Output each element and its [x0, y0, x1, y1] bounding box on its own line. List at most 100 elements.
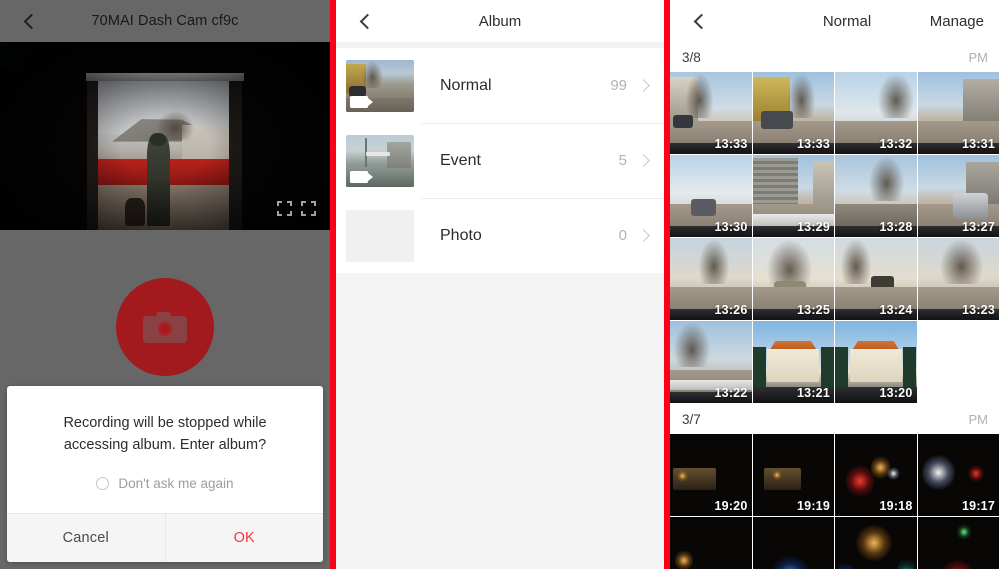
- album-count: 5: [618, 152, 627, 169]
- album-thumbnail: [346, 134, 414, 187]
- video-thumbnail[interactable]: 13:24: [835, 238, 918, 321]
- video-thumbnail[interactable]: [670, 517, 753, 569]
- album-list-empty-space: [336, 273, 664, 569]
- cancel-button[interactable]: Cancel: [7, 514, 166, 562]
- live-view-header: 70MAI Dash Cam cf9c: [0, 0, 330, 42]
- screenshot-root: 70MAI Dash Cam cf9c Recording will be st…: [0, 0, 1000, 569]
- video-thumbnail[interactable]: 13:20: [835, 321, 918, 404]
- back-button[interactable]: [14, 0, 48, 42]
- chevron-right-icon: [637, 154, 650, 167]
- album-name: Normal: [440, 76, 492, 94]
- chevron-right-icon: [637, 229, 650, 242]
- date-label: 3/8: [682, 49, 701, 65]
- video-thumbnail[interactable]: 19:18: [835, 434, 918, 517]
- video-thumbnail[interactable]: 13:30: [670, 155, 753, 238]
- period-label: PM: [968, 49, 989, 65]
- panel-album-list: Album Normal 99 Event 5 Photo 0: [336, 0, 664, 569]
- manage-button[interactable]: Manage: [930, 0, 984, 42]
- video-thumbnail[interactable]: 19:19: [752, 434, 835, 517]
- video-thumbnail[interactable]: 13:22: [670, 321, 753, 404]
- video-grid-group-1: 13:33 13:33 13:32 13:31 13:30 13:29 13:2…: [670, 72, 1000, 404]
- grid-empty-cell: [917, 321, 1000, 404]
- date-label: 3/7: [682, 411, 701, 427]
- back-button[interactable]: [350, 0, 384, 42]
- video-thumbnail[interactable]: 13:29: [752, 155, 835, 238]
- dont-ask-again-label: Don't ask me again: [118, 476, 234, 491]
- page-title: 70MAI Dash Cam cf9c: [91, 13, 239, 29]
- timestamp: 19:20: [714, 499, 748, 513]
- video-thumbnail[interactable]: 13:23: [917, 238, 1000, 321]
- radio-icon[interactable]: [96, 477, 110, 490]
- timestamp: 13:23: [962, 303, 995, 317]
- video-badge-icon: [350, 170, 373, 183]
- date-group-header: 3/7 PM: [670, 404, 1000, 434]
- panel-video-grid: Normal Manage 3/8 PM 13:33 13:33 13:32 1…: [670, 0, 1000, 569]
- timestamp: 13:27: [962, 220, 995, 234]
- timestamp: 13:20: [879, 386, 913, 400]
- video-thumbnail[interactable]: [752, 517, 835, 569]
- video-thumbnail[interactable]: 13:25: [752, 238, 835, 321]
- timestamp: 13:22: [714, 386, 748, 400]
- timestamp: 19:19: [797, 499, 830, 513]
- album-header: Album: [336, 0, 664, 42]
- video-thumbnail[interactable]: 19:17: [917, 434, 1000, 517]
- chevron-left-icon: [23, 13, 39, 29]
- timestamp: 13:25: [797, 303, 830, 317]
- video-thumbnail[interactable]: 13:33: [670, 72, 753, 155]
- video-thumbnail[interactable]: 13:28: [835, 155, 918, 238]
- album-thumbnail-empty: [346, 209, 414, 262]
- chevron-left-icon: [359, 13, 375, 29]
- enter-album-dialog: Recording will be stopped while accessin…: [7, 386, 323, 562]
- timestamp: 13:24: [879, 303, 913, 317]
- album-list: Normal 99 Event 5 Photo 0: [336, 48, 664, 273]
- timestamp: 13:33: [714, 137, 748, 151]
- chevron-right-icon: [637, 79, 650, 92]
- fullscreen-expand-icon[interactable]: [277, 201, 292, 216]
- date-group-header: 3/8 PM: [670, 42, 1000, 72]
- timestamp: 13:32: [879, 137, 913, 151]
- back-button[interactable]: [684, 0, 718, 42]
- ok-button[interactable]: OK: [166, 514, 324, 562]
- timestamp: 13:29: [797, 220, 830, 234]
- video-thumbnail[interactable]: 13:27: [917, 155, 1000, 238]
- timestamp: 13:31: [962, 137, 995, 151]
- video-grid-group-2: 19:20 19:19 19:18 19:17: [670, 434, 1000, 569]
- dialog-message: Recording will be stopped while accessin…: [63, 415, 267, 453]
- video-thumbnail[interactable]: 13:31: [917, 72, 1000, 155]
- video-thumbnail[interactable]: 19:20: [670, 434, 753, 517]
- video-thumbnail[interactable]: [917, 517, 1000, 569]
- timestamp: 13:26: [714, 303, 748, 317]
- page-title: Album: [478, 12, 522, 30]
- timestamp: 13:33: [797, 137, 830, 151]
- album-count: 99: [610, 77, 627, 94]
- panel-live-view: 70MAI Dash Cam cf9c Recording will be st…: [0, 0, 330, 569]
- period-label: PM: [968, 411, 989, 427]
- live-video-preview[interactable]: [0, 42, 330, 230]
- capture-button[interactable]: [116, 278, 214, 376]
- album-row-photo[interactable]: Photo 0: [336, 198, 664, 273]
- video-thumbnail[interactable]: [835, 517, 918, 569]
- timestamp: 19:17: [962, 499, 995, 513]
- grid-header: Normal Manage: [670, 0, 1000, 42]
- album-thumbnail: [346, 59, 414, 112]
- video-badge-icon: [350, 95, 373, 108]
- album-name: Event: [440, 151, 481, 169]
- video-thumbnail[interactable]: 13:21: [752, 321, 835, 404]
- dialog-actions: Cancel OK: [7, 513, 323, 562]
- album-row-normal[interactable]: Normal 99: [336, 48, 664, 123]
- album-row-event[interactable]: Event 5: [336, 123, 664, 198]
- chevron-left-icon: [693, 13, 709, 29]
- timestamp: 13:28: [879, 220, 913, 234]
- timestamp: 13:30: [714, 220, 748, 234]
- album-name: Photo: [440, 226, 482, 244]
- album-count: 0: [618, 227, 627, 244]
- dont-ask-again-row[interactable]: Don't ask me again: [7, 456, 323, 513]
- video-thumbnail[interactable]: 13:33: [752, 72, 835, 155]
- timestamp: 13:21: [797, 386, 830, 400]
- fullscreen-expand-icon-2[interactable]: [301, 201, 316, 216]
- live-view-controls: Recording will be stopped while accessin…: [0, 230, 330, 569]
- video-thumbnail[interactable]: 13:32: [835, 72, 918, 155]
- video-thumbnail[interactable]: 13:26: [670, 238, 753, 321]
- video-controls: [277, 201, 316, 216]
- timestamp: 19:18: [879, 499, 913, 513]
